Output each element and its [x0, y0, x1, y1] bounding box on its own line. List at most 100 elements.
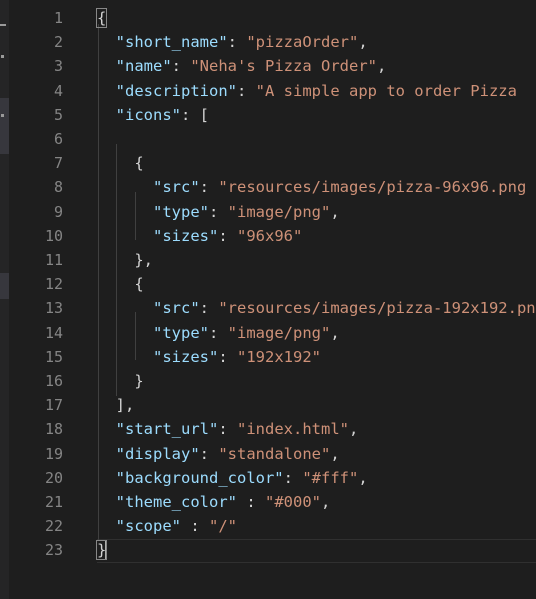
line-number: 10 — [44, 227, 63, 245]
json-punctuation — [97, 106, 116, 124]
json-punctuation — [97, 203, 153, 221]
code-line[interactable]: } — [95, 538, 108, 562]
json-punctuation: : — [227, 33, 247, 51]
json-string: "resources/images/pizza-192x192.png — [218, 299, 536, 317]
code-editor[interactable]: 1 2 3 4 5 6 7 8 9 10 11 12 13 14 15 16 17 18 19 20 21 22 23 { … — [0, 0, 536, 599]
panel-edge-selected-item[interactable] — [0, 98, 9, 154]
json-key: "start_url" — [115, 420, 219, 438]
json-punctuation: : — [209, 203, 228, 221]
json-string: "#000" — [265, 493, 321, 511]
json-punctuation — [97, 469, 116, 487]
code-line[interactable]: } — [97, 369, 144, 393]
json-key: "icons" — [115, 106, 181, 124]
json-string: "96x96" — [237, 227, 303, 245]
json-key: "src" — [153, 178, 200, 196]
json-string: "resources/images/pizza-96x96.png — [218, 178, 527, 196]
json-punctuation: { — [97, 154, 144, 172]
json-string: "192x192" — [237, 348, 321, 366]
line-number: 15 — [44, 348, 63, 366]
code-line[interactable]: "type": "image/png", — [97, 321, 340, 345]
code-line[interactable]: "icons": [ — [97, 103, 209, 127]
code-line[interactable]: ], — [97, 393, 135, 417]
json-punctuation: : — [218, 348, 237, 366]
json-punctuation: : — [218, 227, 237, 245]
code-line[interactable]: "start_url": "index.html", — [97, 417, 359, 441]
json-key: "type" — [153, 203, 209, 221]
json-punctuation: : — [181, 517, 209, 535]
json-string: "index.html" — [237, 420, 349, 438]
json-punctuation: : — [209, 324, 228, 342]
code-line[interactable]: "sizes": "192x192" — [97, 345, 321, 369]
line-number: 5 — [53, 106, 63, 124]
code-line[interactable]: "short_name": "pizzaOrder", — [97, 30, 368, 54]
code-line[interactable]: "src": "resources/images/pizza-192x192.p… — [97, 296, 536, 320]
json-punctuation — [97, 445, 116, 463]
json-punctuation: : — [283, 469, 303, 487]
json-key: "type" — [153, 324, 209, 342]
code-area[interactable]: { "short_name": "pizzaOrder", "name": "N… — [95, 0, 536, 599]
json-string: "A simple app to order Pizza — [255, 82, 517, 100]
json-punctuation — [97, 227, 153, 245]
json-string: "#fff" — [302, 469, 359, 487]
json-punctuation: ], — [97, 396, 135, 414]
panel-edge-mark — [0, 24, 6, 26]
json-punctuation — [97, 324, 153, 342]
json-punctuation: , — [348, 420, 359, 438]
json-punctuation — [97, 420, 116, 438]
json-string: "pizzaOrder" — [246, 33, 359, 51]
code-line[interactable]: "theme_color" : "#000", — [97, 490, 331, 514]
line-number: 3 — [53, 57, 63, 75]
code-line[interactable]: }, — [97, 248, 153, 272]
line-number: 22 — [44, 517, 63, 535]
panel-edge-dot — [1, 55, 4, 58]
code-line[interactable]: "type": "image/png", — [97, 200, 340, 224]
line-number: 18 — [44, 420, 63, 438]
json-key: "scope" — [115, 517, 181, 535]
code-line[interactable]: "display": "standalone", — [97, 442, 340, 466]
code-line[interactable]: "background_color": "#fff", — [97, 466, 368, 490]
json-key: "sizes" — [153, 348, 219, 366]
json-punctuation — [97, 178, 153, 196]
code-line[interactable]: { — [97, 151, 144, 175]
line-number: 21 — [44, 493, 63, 511]
json-punctuation: , — [358, 469, 368, 487]
json-string: "image/png" — [227, 203, 331, 221]
panel-edge-item[interactable] — [0, 273, 9, 299]
side-panel-edge[interactable] — [0, 0, 9, 599]
json-string: "image/png" — [227, 324, 331, 342]
line-number: 23 — [44, 541, 63, 559]
code-line[interactable]: "description": "A simple app to order Pi… — [97, 79, 517, 103]
line-number: 13 — [44, 299, 63, 317]
code-line[interactable]: { — [95, 6, 108, 30]
json-string: "standalone" — [218, 445, 331, 463]
json-punctuation: , — [321, 493, 331, 511]
json-key: "display" — [115, 445, 200, 463]
code-line[interactable]: "scope" : "/" — [97, 514, 237, 538]
line-number: 8 — [53, 178, 63, 196]
json-punctuation: { — [97, 275, 144, 293]
line-number: 6 — [53, 130, 63, 148]
json-string: "/" — [209, 517, 237, 535]
line-number: 19 — [44, 445, 63, 463]
code-line[interactable]: { — [97, 272, 144, 296]
json-punctuation: : — [199, 178, 219, 196]
json-punctuation — [97, 517, 116, 535]
line-number: 17 — [44, 396, 63, 414]
json-punctuation: : — [237, 493, 265, 511]
line-number: 12 — [44, 275, 63, 293]
line-number-gutter: 1 2 3 4 5 6 7 8 9 10 11 12 13 14 15 16 17 18 19 20 21 22 23 — [9, 0, 65, 599]
line-number: 16 — [44, 372, 63, 390]
json-punctuation: } — [97, 372, 144, 390]
json-punctuation — [97, 493, 116, 511]
line-number: 2 — [53, 33, 63, 51]
line-number: 9 — [53, 203, 63, 221]
json-punctuation: , — [330, 324, 340, 342]
json-key: "sizes" — [153, 227, 219, 245]
json-punctuation: : — [237, 82, 256, 100]
code-line[interactable]: "sizes": "96x96" — [97, 224, 302, 248]
code-line[interactable]: "name": "Neha's Pizza Order", — [97, 54, 387, 78]
json-punctuation — [97, 299, 153, 317]
code-line[interactable]: "src": "resources/images/pizza-96x96.png — [97, 175, 526, 199]
line-number: 1 — [53, 9, 63, 27]
json-punctuation: : — [218, 420, 237, 438]
